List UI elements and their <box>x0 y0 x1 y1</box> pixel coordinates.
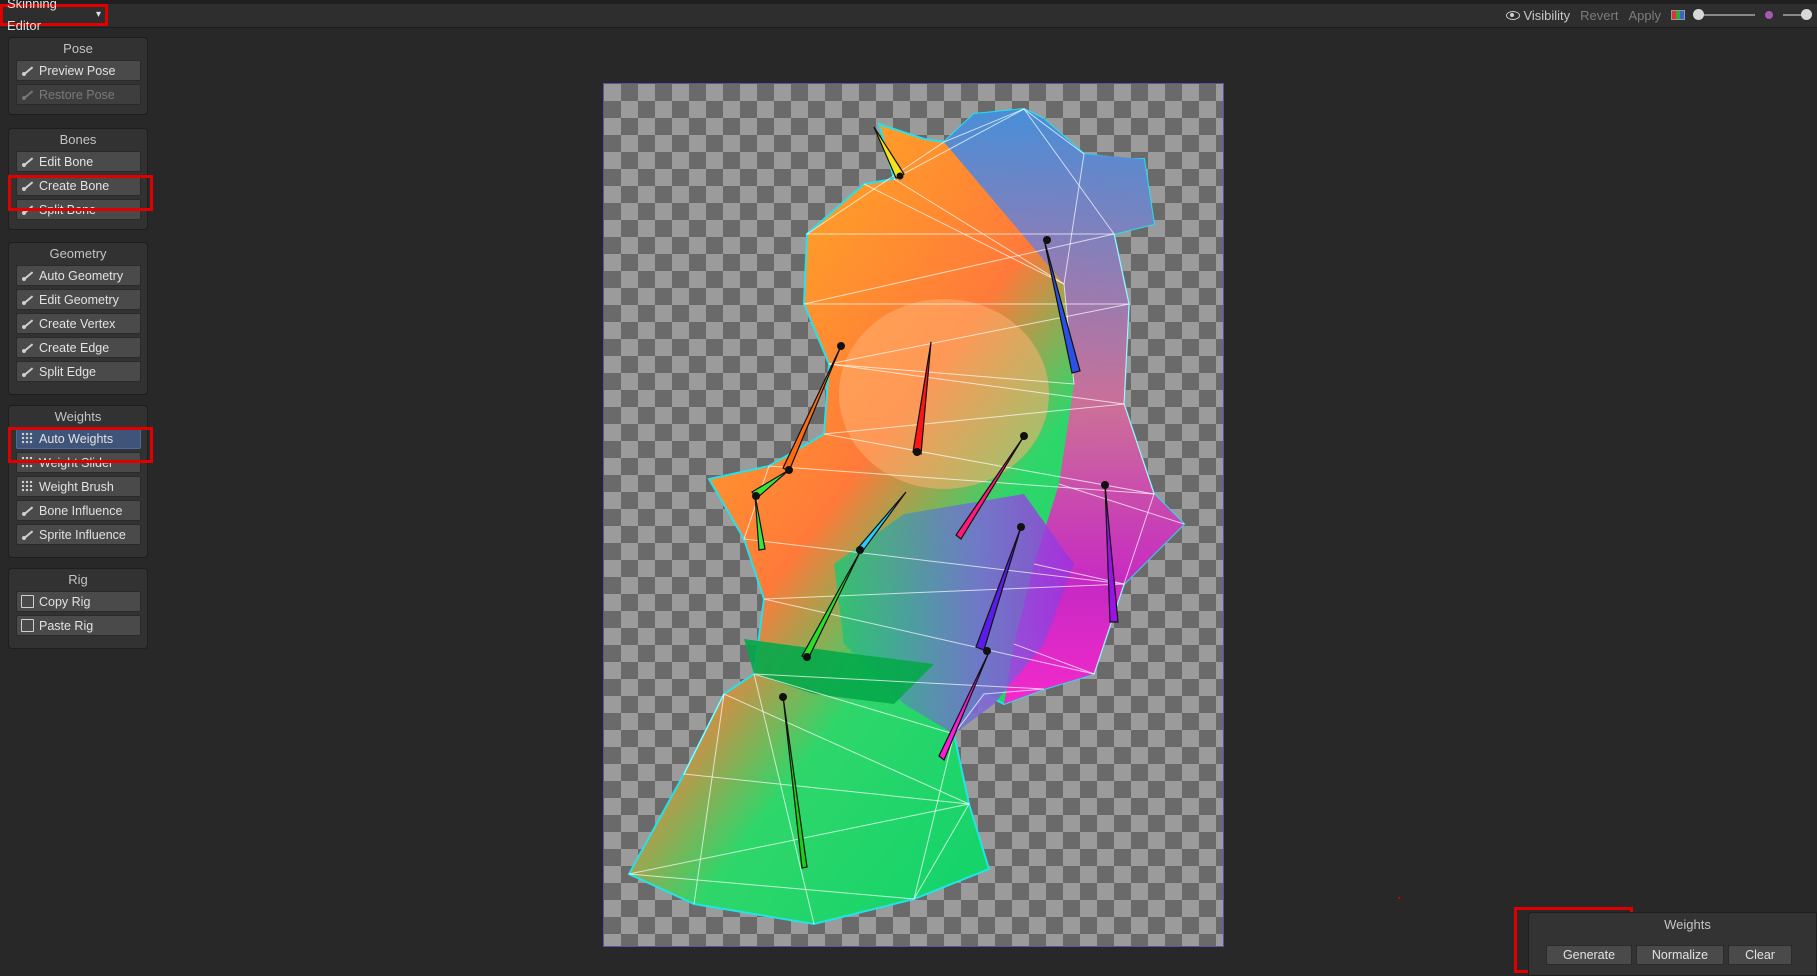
restore-pose-button[interactable]: Restore Pose <box>16 84 141 105</box>
geometry-panel-title: Geometry <box>49 246 107 261</box>
weights-panel-header: Weights <box>1664 917 1711 932</box>
pose-panel-title: Pose <box>63 41 93 56</box>
opacity-slider[interactable] <box>1693 9 1755 20</box>
weight-brush-label: Weight Brush <box>39 479 114 494</box>
normalize-button[interactable]: Normalize <box>1636 945 1724 965</box>
weight-slider-icon <box>21 456 34 469</box>
sprite-influence-button[interactable]: Sprite Influence <box>16 524 141 545</box>
create-vertex-button[interactable]: Create Vertex <box>16 313 141 334</box>
paste-rig-button[interactable]: Paste Rig <box>16 615 141 636</box>
bone-opacity-icon <box>1765 11 1773 19</box>
pose-panel: Pose Preview Pose Restore Pose <box>8 37 148 115</box>
edit-bone-button[interactable]: Edit Bone <box>16 151 141 172</box>
editor-mode-label: Skinning Editor <box>7 0 57 33</box>
weights-panel: Weights Generate Normalize Clear <box>1528 912 1817 976</box>
bone-opacity-slider[interactable] <box>1783 9 1812 20</box>
rig-panel-title: Rig <box>68 572 88 587</box>
create-edge-icon <box>21 341 34 354</box>
create-bone-button[interactable]: Create Bone <box>16 175 141 196</box>
preview-pose-icon <box>21 64 34 77</box>
edit-geometry-label: Edit Geometry <box>39 292 119 307</box>
bones-panel: Bones Edit Bone Create Bone Split Bone <box>8 128 148 230</box>
paste-rig-label: Paste Rig <box>39 618 94 633</box>
create-edge-label: Create Edge <box>39 340 110 355</box>
color-toggle-icon[interactable] <box>1671 10 1685 20</box>
apply-button[interactable]: Apply <box>1628 8 1661 23</box>
sprite-influence-label: Sprite Influence <box>39 527 126 542</box>
create-bone-label: Create Bone <box>39 178 110 193</box>
slider-knob[interactable] <box>1693 9 1704 20</box>
weights-panel-title: Weights <box>54 409 102 424</box>
paste-rig-icon <box>21 619 34 632</box>
bone-influence-button[interactable]: Bone Influence <box>16 500 141 521</box>
clear-button[interactable]: Clear <box>1728 945 1792 965</box>
slider-knob[interactable] <box>1801 9 1812 20</box>
create-vertex-icon <box>21 317 34 330</box>
skinning-editor-dropdown[interactable]: Skinning Editor ▾ <box>0 0 108 33</box>
edit-geometry-icon <box>21 293 34 306</box>
split-bone-label: Split Bone <box>39 202 96 217</box>
split-edge-label: Split Edge <box>39 364 96 379</box>
auto-geometry-button[interactable]: Auto Geometry <box>16 265 141 286</box>
sprite-influence-icon <box>21 528 34 541</box>
auto-weights-button[interactable]: Auto Weights <box>16 428 141 449</box>
preview-pose-label: Preview Pose <box>39 63 116 78</box>
create-vertex-label: Create Vertex <box>39 316 116 331</box>
create-bone-icon <box>21 179 34 192</box>
geometry-panel: Geometry Auto Geometry Edit Geometry Cre… <box>8 242 148 395</box>
toolbar-right: Visibility Revert Apply <box>1506 5 1817 25</box>
revert-button[interactable]: Revert <box>1580 8 1618 23</box>
editor-toolbar: Skinning Editor ▾ Visibility Revert Appl… <box>0 0 1817 33</box>
eye-icon <box>1506 10 1521 20</box>
bone-influence-label: Bone Influence <box>39 503 123 518</box>
create-edge-button[interactable]: Create Edge <box>16 337 141 358</box>
character-sprite <box>627 107 1186 926</box>
bones-panel-title: Bones <box>59 132 97 147</box>
copy-rig-button[interactable]: Copy Rig <box>16 591 141 612</box>
weights-tools-panel: Weights Auto Weights Weight Slider Weigh… <box>8 405 148 558</box>
restore-pose-label: Restore Pose <box>39 87 115 102</box>
visibility-label: Visibility <box>1523 7 1571 23</box>
copy-rig-label: Copy Rig <box>39 594 91 609</box>
weight-brush-icon <box>21 480 34 493</box>
sprite-canvas[interactable] <box>603 83 1224 947</box>
rig-panel: Rig Copy Rig Paste Rig <box>8 568 148 649</box>
stray-mark <box>1398 897 1400 899</box>
copy-rig-icon <box>21 595 34 608</box>
visibility-button[interactable]: Visibility <box>1506 8 1570 23</box>
weight-slider-button[interactable]: Weight Slider <box>16 452 141 473</box>
edit-bone-icon <box>21 155 34 168</box>
title-strip <box>0 0 1817 4</box>
preview-pose-button[interactable]: Preview Pose <box>16 60 141 81</box>
bone-influence-icon <box>21 504 34 517</box>
auto-geometry-label: Auto Geometry <box>39 268 124 283</box>
split-edge-button[interactable]: Split Edge <box>16 361 141 382</box>
split-edge-icon <box>21 365 34 378</box>
split-bone-button[interactable]: Split Bone <box>16 199 141 220</box>
auto-weights-icon <box>21 432 34 445</box>
chevron-down-icon: ▾ <box>95 9 101 20</box>
restore-pose-icon <box>21 88 34 101</box>
edit-bone-label: Edit Bone <box>39 154 94 169</box>
split-bone-icon <box>21 203 34 216</box>
weights-panel-buttons: Generate Normalize Clear <box>1546 945 1816 965</box>
auto-geometry-icon <box>21 269 34 282</box>
generate-button[interactable]: Generate <box>1546 945 1632 965</box>
weight-brush-button[interactable]: Weight Brush <box>16 476 141 497</box>
edit-geometry-button[interactable]: Edit Geometry <box>16 289 141 310</box>
weight-slider-label: Weight Slider <box>39 455 114 470</box>
auto-weights-label: Auto Weights <box>39 431 114 446</box>
